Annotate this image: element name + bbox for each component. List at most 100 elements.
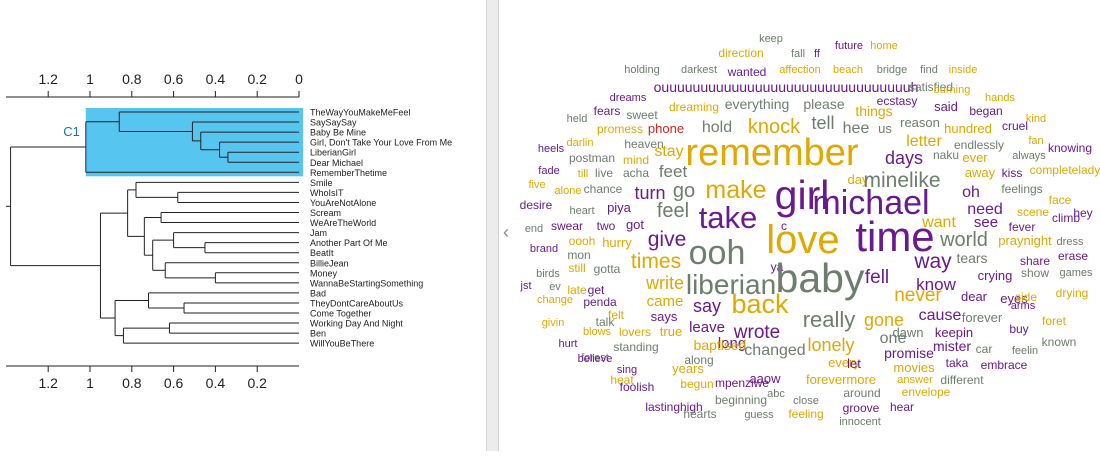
axis-tick-label: 1 <box>86 71 94 87</box>
axis-tick-label: 0.8 <box>122 71 142 87</box>
word-cloud-word: tell <box>811 113 834 133</box>
leaf-label: Jam <box>310 228 327 238</box>
word-cloud-word: hundred <box>944 121 992 136</box>
word-cloud-word: fan <box>1028 135 1043 147</box>
word-cloud-word: embrace <box>981 358 1028 372</box>
leaf-label: WannaBeStartingSomething <box>310 278 423 288</box>
leaf-label: Bad <box>310 288 326 298</box>
word-cloud-word: gotta <box>594 262 621 276</box>
axis-tick-label: 1.2 <box>38 71 58 87</box>
word-cloud-word: promise <box>884 345 934 361</box>
word-cloud-word: foolish <box>620 380 655 394</box>
word-cloud-word: heels <box>538 143 565 155</box>
word-cloud-word: fell <box>865 267 889 288</box>
word-cloud-word: change <box>537 294 573 306</box>
word-cloud-word: hear <box>890 400 914 414</box>
word-cloud-word: says <box>651 309 678 324</box>
leaf-label: Baby Be Mine <box>310 128 366 138</box>
word-cloud-word: darlin <box>567 137 594 149</box>
word-cloud-word: dear <box>961 289 988 304</box>
cluster-label: C1 <box>63 124 80 139</box>
leaf-label: Money <box>310 268 338 278</box>
word-cloud-word: still <box>568 261 585 275</box>
word-cloud-word: way <box>913 250 952 273</box>
word-cloud-word: dreams <box>610 92 647 104</box>
word-cloud-word: sweet <box>626 108 658 122</box>
word-cloud-word: guess <box>744 409 774 421</box>
word-cloud-word: knowing <box>1048 141 1092 155</box>
word-cloud-word: fade <box>538 165 559 177</box>
word-cloud-word: days <box>885 148 923 168</box>
word-cloud-word: car <box>976 342 993 356</box>
word-cloud-word: world <box>939 229 988 251</box>
word-cloud: keepdirection fall ff future home holding dark… <box>520 33 1100 428</box>
word-cloud-word: arms <box>1011 300 1036 312</box>
word-cloud-word: ooh <box>689 234 746 272</box>
word-cloud-word: leave <box>689 319 725 336</box>
panel-divider[interactable] <box>486 0 499 451</box>
word-cloud-word: two <box>597 219 616 233</box>
word-cloud-word: hearts <box>683 407 716 421</box>
word-cloud-word: envelope <box>902 385 951 399</box>
leaf-label: Ben <box>310 329 326 339</box>
word-cloud-word: games <box>1059 267 1093 279</box>
word-cloud-word: postman <box>569 151 615 165</box>
leaf-label: Working Day And Night <box>310 319 403 329</box>
word-cloud-word: mister <box>933 338 971 354</box>
word-cloud-word: affection <box>779 64 820 76</box>
leaf-label: Smile <box>310 178 333 188</box>
word-cloud-word: fall <box>791 48 805 60</box>
word-cloud-word: known <box>1042 335 1077 349</box>
word-cloud-word: beach <box>833 64 863 76</box>
word-cloud-word: completelady <box>1030 163 1100 177</box>
word-cloud-word: ever <box>962 150 988 165</box>
word-cloud-word: naku <box>933 148 959 162</box>
word-cloud-word: praynight <box>998 233 1052 248</box>
word-cloud-word: blows <box>583 326 612 338</box>
word-cloud-word: us <box>878 121 892 136</box>
word-cloud-word: changed <box>744 342 805 359</box>
word-cloud-word: write <box>645 273 684 293</box>
word-cloud-word: alone <box>555 185 582 197</box>
word-cloud-word: burning <box>934 84 971 96</box>
word-cloud-word: movies <box>893 360 935 375</box>
word-cloud-word: forever <box>962 310 1003 325</box>
word-cloud-word: brand <box>530 243 558 255</box>
word-cloud-word: heart <box>569 205 594 217</box>
word-cloud-word: swear <box>551 219 583 233</box>
word-cloud-word: mon <box>567 248 590 262</box>
word-cloud-word: tears <box>956 250 987 266</box>
word-cloud-word: five <box>528 179 545 191</box>
word-cloud-word: begun <box>680 377 713 391</box>
axis-tick-label: 0 <box>295 71 303 87</box>
word-cloud-word: fears <box>594 104 621 118</box>
word-cloud-word: drying <box>1056 286 1089 300</box>
word-cloud-word: face <box>1049 193 1072 207</box>
leaf-label: Dear Michael <box>310 158 363 168</box>
word-cloud-word: came <box>647 293 684 310</box>
word-cloud-word: abc <box>767 388 785 400</box>
word-cloud-word: birds <box>536 268 560 280</box>
leaf-label: TheWayYouMakeMeFeel <box>310 108 410 118</box>
word-cloud-word: taka <box>946 356 969 370</box>
word-cloud-word: piya <box>607 200 632 215</box>
leaf-label: RememberThetime <box>310 168 387 178</box>
word-cloud-word: cause <box>919 307 962 324</box>
word-cloud-word: ouuuuuuuuuuuuuuuuuuuuuuuuuuuuuuuuh <box>654 79 919 95</box>
chevron-left-icon[interactable]: ‹ <box>499 222 513 242</box>
word-cloud-word: buy <box>1009 322 1028 336</box>
word-cloud-word: penda <box>583 295 617 309</box>
word-cloud-word: said <box>934 99 958 114</box>
word-cloud-word: reason <box>900 115 940 130</box>
word-cloud-word: really <box>803 307 856 332</box>
dendrogram-chart: 1.2 1 0.8 0.6 0.4 0.2 0 C1 TheWayYouMakeMeFeel… <box>6 71 452 391</box>
word-cloud-word: around <box>843 386 880 400</box>
word-cloud-word: hurt <box>559 338 578 350</box>
word-cloud-word: promess <box>597 122 643 136</box>
word-cloud-word: chance <box>584 182 623 196</box>
word-cloud-word: please <box>803 96 844 112</box>
word-cloud-word: wanted <box>727 65 767 79</box>
dendrogram-panel: 1.2 1 0.8 0.6 0.4 0.2 0 C1 TheWayYouMakeMeFeel… <box>0 0 486 451</box>
word-cloud-word: aaow <box>749 371 781 386</box>
leaf-label: BillieJean <box>310 258 349 268</box>
